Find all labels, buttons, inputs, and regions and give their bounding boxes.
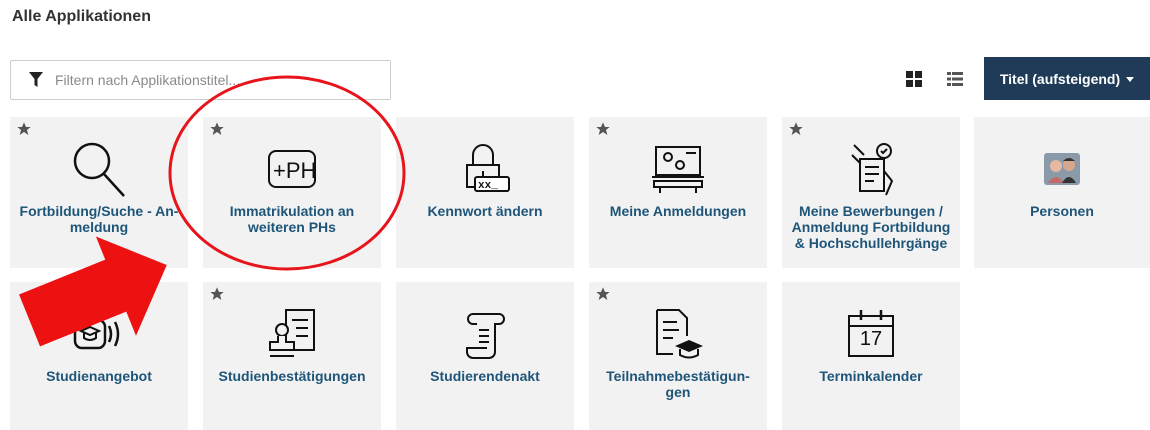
confirmation-stamp-icon xyxy=(262,304,322,364)
list-view-icon[interactable] xyxy=(947,71,963,87)
sort-dropdown-button[interactable]: Titel (aufsteigend) xyxy=(984,57,1150,100)
star-icon[interactable] xyxy=(209,286,225,302)
tile-label: Immatrikulation an weiteren PHs xyxy=(229,203,355,235)
study-offer-icon xyxy=(69,304,129,364)
app-tile-personen[interactable]: Personen xyxy=(974,117,1150,268)
star-icon[interactable] xyxy=(16,121,32,137)
tile-label: Kennwort ändern xyxy=(427,203,543,219)
star-icon[interactable] xyxy=(209,121,225,137)
persons-icon xyxy=(1032,139,1092,199)
svg-text:+PH: +PH xyxy=(273,158,316,183)
search-icon xyxy=(69,139,129,199)
scroll-icon xyxy=(455,304,515,364)
ph-icon: +PH xyxy=(262,139,322,199)
star-icon[interactable] xyxy=(595,286,611,302)
app-tile-teilnahmebestaetigungen[interactable]: Teilnahmebestätigun- gen xyxy=(589,282,767,430)
app-tile-immatrikulation[interactable]: +PH Immatrikulation an weiteren PHs xyxy=(203,117,381,268)
grid-view-icon[interactable] xyxy=(906,71,922,87)
presentation-board-icon xyxy=(648,139,708,199)
calendar-day: 17 xyxy=(859,328,883,350)
application-form-icon xyxy=(841,139,901,199)
caret-down-icon xyxy=(1126,77,1135,82)
tile-label: Meine Anmeldungen xyxy=(609,203,747,219)
app-tile-meine-bewerbungen[interactable]: Meine Bewerbungen / Anmeldung Fortbildun… xyxy=(782,117,960,268)
star-icon[interactable] xyxy=(595,121,611,137)
app-tile-meine-anmeldungen[interactable]: Meine Anmeldungen xyxy=(589,117,767,268)
app-tile-studienangebot[interactable]: Studienangebot xyxy=(10,282,188,430)
calendar-icon: 17 xyxy=(841,304,901,364)
app-tile-fortbildung[interactable]: Fortbildung/Suche - An- meldung xyxy=(10,117,188,268)
tile-label: Studienangebot xyxy=(46,368,152,384)
tile-label: Terminkalender xyxy=(819,368,923,384)
app-tile-terminkalender[interactable]: 17 Terminkalender xyxy=(782,282,960,430)
tile-label: Fortbildung/Suche - An- meldung xyxy=(19,203,179,235)
svg-text:xx_: xx_ xyxy=(478,180,498,192)
filter-input[interactable] xyxy=(55,72,375,88)
tile-label: Studienbestätigungen xyxy=(218,368,366,384)
page-title: Alle Applikationen xyxy=(12,8,151,25)
app-tile-studierendenakt[interactable]: Studierendenakt xyxy=(396,282,574,430)
tile-label: Personen xyxy=(1030,203,1094,219)
participation-document-icon xyxy=(648,304,708,364)
tile-label: Teilnahmebestätigun- gen xyxy=(606,368,750,400)
app-tile-studienbestaetigungen[interactable]: Studienbestätigungen xyxy=(203,282,381,430)
sort-label: Titel (aufsteigend) xyxy=(999,70,1121,87)
star-icon[interactable] xyxy=(788,121,804,137)
filter-box[interactable] xyxy=(10,60,391,100)
filter-icon xyxy=(29,72,43,88)
tile-label: Studierendenakt xyxy=(430,368,540,384)
app-tile-kennwort[interactable]: xx_ Kennwort ändern xyxy=(396,117,574,268)
tile-label: Meine Bewerbungen / Anmeldung Fortbildun… xyxy=(791,203,951,251)
password-lock-icon: xx_ xyxy=(455,139,515,199)
